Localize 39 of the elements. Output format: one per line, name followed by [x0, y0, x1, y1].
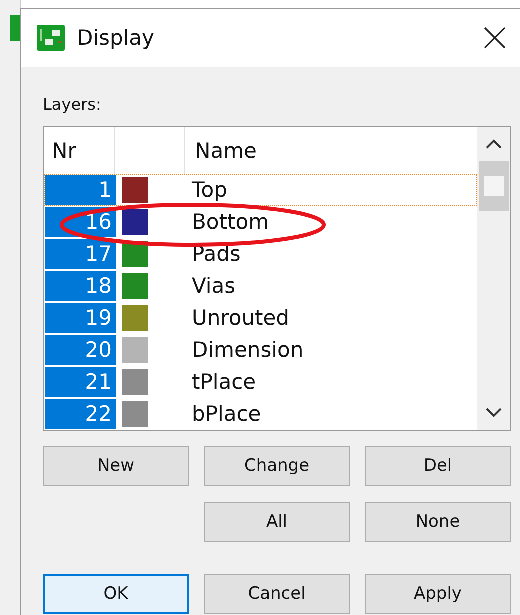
layer-number: 22	[45, 399, 116, 429]
layer-name: Unrouted	[191, 305, 290, 332]
close-icon[interactable]	[483, 26, 507, 50]
layer-row[interactable]: 21 tPlace	[44, 366, 477, 398]
layer-row[interactable]: 1 Top	[44, 174, 477, 206]
layer-row[interactable]: 17 Pads	[44, 238, 477, 270]
column-header[interactable]: Nr	[44, 127, 115, 174]
layer-name: Vias	[191, 273, 237, 300]
window-title: Display	[77, 26, 156, 50]
dialog-button[interactable]: All	[204, 502, 350, 542]
layer-name: bPlace	[191, 401, 262, 428]
dialog-button[interactable]: Del	[365, 446, 511, 486]
layer-row[interactable]: 19 Unrouted	[44, 302, 477, 334]
layer-number: 1	[45, 175, 116, 205]
layer-number: 21	[45, 367, 116, 397]
layer-row[interactable]: 16 Bottom	[44, 206, 477, 238]
scroll-up-icon[interactable]	[486, 139, 502, 149]
layer-name: Dimension	[191, 337, 305, 364]
layer-number: 17	[45, 239, 116, 269]
column-header[interactable]: Name	[185, 127, 477, 174]
layer-number: 20	[45, 335, 116, 365]
dialog-button[interactable]: New	[43, 446, 189, 486]
layer-row[interactable]: 20 Dimension	[44, 334, 477, 366]
layer-row[interactable]: 18 Vias	[44, 270, 477, 302]
layer-row[interactable]: 22 bPlace	[44, 398, 477, 430]
dialog-button[interactable]: OK	[43, 574, 189, 614]
layer-number: 18	[45, 271, 116, 301]
scroll-down-icon[interactable]	[486, 408, 502, 418]
scrollbar-thumb[interactable]	[478, 161, 508, 211]
layer-number: 19	[45, 303, 116, 333]
layer-name: Pads	[191, 241, 242, 268]
dialog-button[interactable]: Apply	[365, 574, 511, 614]
dialog-button[interactable]: None	[365, 502, 511, 542]
layer-name: Top	[191, 177, 228, 204]
dialog-button[interactable]: Cancel	[204, 574, 350, 614]
layer-name: Bottom	[191, 209, 270, 236]
dialog-button[interactable]: Change	[204, 446, 350, 486]
layer-name: tPlace	[191, 369, 258, 396]
layers-label: Layers:	[43, 95, 102, 114]
